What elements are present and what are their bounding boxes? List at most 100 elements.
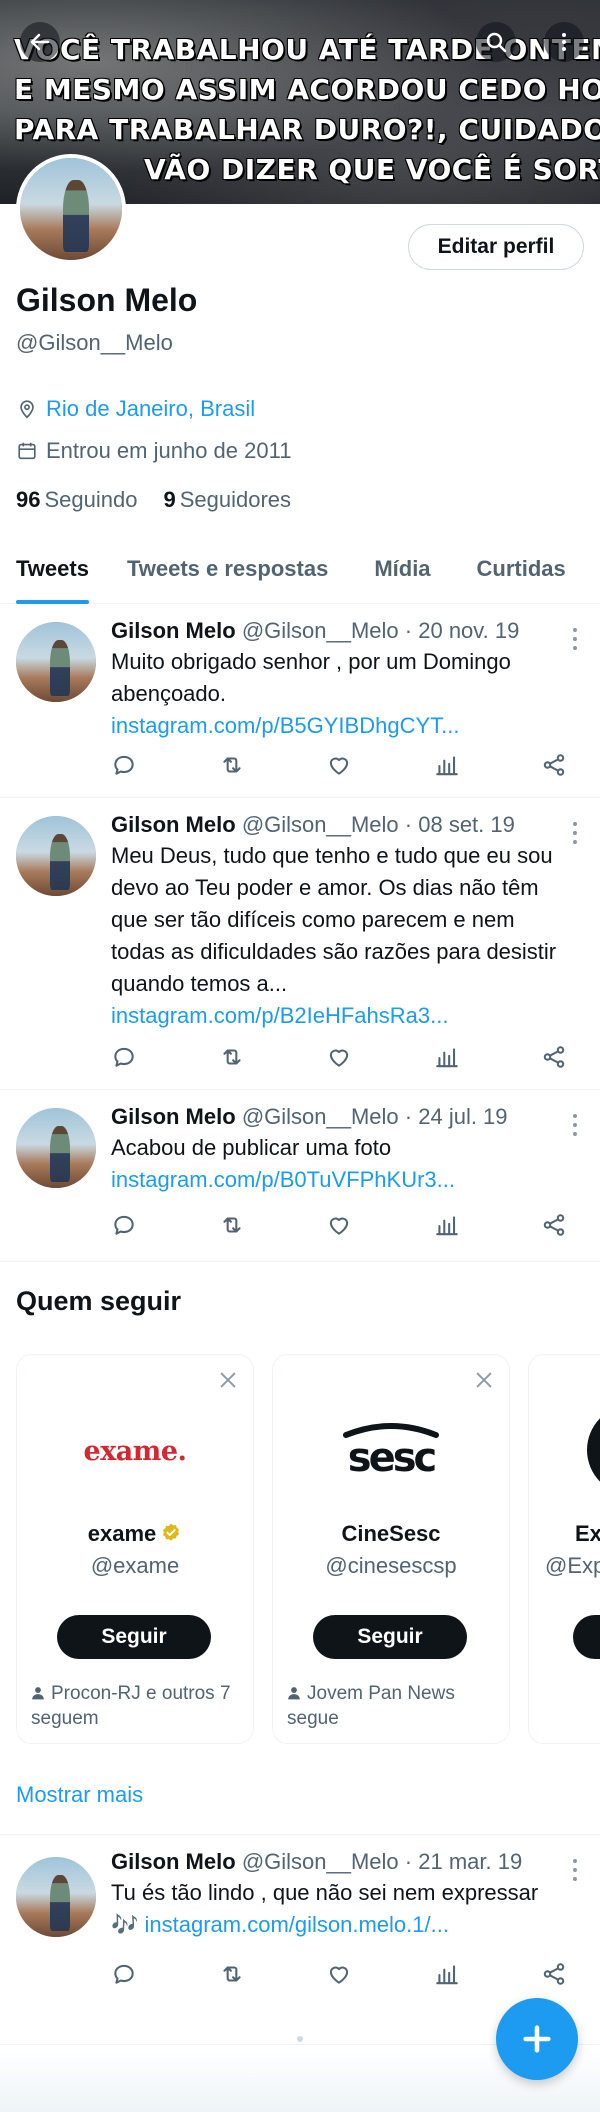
share-icon[interactable] — [541, 1961, 567, 1987]
tweet-more-icon[interactable] — [572, 628, 578, 650]
tweet-avatar[interactable] — [16, 816, 96, 896]
profile-avatar[interactable] — [16, 154, 126, 264]
tweet-link[interactable]: instagram.com/p/B2IeHFahsRa3... — [111, 1003, 448, 1028]
analytics-icon[interactable] — [434, 1044, 460, 1070]
joined-date: Entrou em junho de 2011 — [46, 438, 292, 463]
tweet-header: Gilson Melo @Gilson__Melo · 21 mar. 19 — [111, 1847, 572, 1877]
tweet-header: Gilson Melo @Gilson__Melo · 08 set. 19 — [111, 810, 572, 840]
share-icon[interactable] — [541, 1044, 567, 1070]
edit-profile-button[interactable]: Editar perfil — [408, 224, 584, 270]
profile-tabs: Tweets Tweets e respostas Mídia Curtidas — [0, 540, 600, 604]
share-icon[interactable] — [541, 1212, 567, 1238]
like-icon[interactable] — [326, 1212, 352, 1238]
close-icon[interactable] — [217, 1369, 239, 1391]
back-button[interactable] — [20, 22, 60, 62]
calendar-icon — [18, 442, 36, 460]
tweet-text: Tu és tão lindo , que não sei nem expres… — [111, 1880, 539, 1937]
card-name: exame — [17, 1521, 253, 1547]
location-pin-icon — [20, 400, 34, 419]
search-button[interactable] — [476, 22, 516, 62]
tweet-avatar[interactable] — [16, 1108, 96, 1188]
profile-handle: @Gilson__Melo — [16, 330, 173, 355]
tweet-author[interactable]: Gilson Melo — [111, 812, 236, 837]
card-name: Ex — [575, 1521, 600, 1546]
tweet-author[interactable]: Gilson Melo — [111, 1849, 236, 1874]
analytics-icon[interactable] — [434, 752, 460, 778]
tweet-link[interactable]: 🎶 instagram.com/gilson.melo.1/... — [111, 1912, 449, 1937]
reply-icon[interactable] — [111, 1044, 137, 1070]
card-logo — [587, 1405, 600, 1495]
location-link[interactable]: Rio de Janeiro, Brasil — [46, 396, 255, 422]
tweet-text: Acabou de publicar uma foto instagram.com… — [111, 1135, 455, 1192]
retweet-icon[interactable] — [219, 1044, 245, 1070]
retweet-icon[interactable] — [219, 1212, 245, 1238]
tab-tweets-replies[interactable]: Tweets e respostas — [127, 540, 328, 603]
share-icon[interactable] — [541, 752, 567, 778]
following-stat[interactable]: 96 Seguindo — [16, 487, 137, 513]
tweet-link[interactable]: instagram.com/p/B0TuVFPhKUr3... — [111, 1167, 455, 1192]
card-handle: @exame — [90, 1553, 180, 1578]
tweet-actions — [111, 752, 567, 778]
tweet-header: Gilson Melo @Gilson__Melo · 20 nov. 19 — [111, 616, 572, 646]
follow-button[interactable]: Seguir — [313, 1615, 467, 1659]
follow-button[interactable]: Seguir — [57, 1615, 211, 1659]
card-handle: @cinesescsp — [325, 1553, 457, 1578]
svg-text:sesc: sesc — [348, 1435, 436, 1481]
like-icon[interactable] — [326, 1961, 352, 1987]
banner-line: E MESMO ASSIM ACORDOU CEDO HOJE — [14, 73, 600, 106]
follow-card-partial[interactable]: Ex @Exp — [528, 1354, 600, 1744]
tab-media[interactable]: Mídia — [374, 540, 430, 603]
close-icon[interactable] — [473, 1369, 495, 1391]
tweet-date: · 08 set. 19 — [404, 812, 515, 837]
tweet-more-icon[interactable] — [572, 1114, 578, 1136]
tweet-actions — [111, 1212, 567, 1238]
tweet-more-icon[interactable] — [572, 1859, 578, 1881]
analytics-icon[interactable] — [434, 1961, 460, 1987]
retweet-icon[interactable] — [219, 752, 245, 778]
social-context: Procon-RJ e outros 7 seguem — [31, 1683, 231, 1729]
reply-icon[interactable] — [111, 1961, 137, 1987]
tweet-date: · 21 mar. 19 — [404, 1849, 523, 1874]
exame-logo: exame. — [83, 1435, 187, 1467]
reply-icon[interactable] — [111, 752, 137, 778]
more-button[interactable] — [544, 22, 584, 62]
tweet-more-icon[interactable] — [572, 822, 578, 844]
tweet-item[interactable]: Gilson Melo @Gilson__Melo · 24 jul. 19 A… — [0, 1090, 600, 1262]
tweet-avatar[interactable] — [16, 1857, 96, 1937]
tweet-author[interactable]: Gilson Melo — [111, 1104, 236, 1129]
retweet-icon[interactable] — [219, 1961, 245, 1987]
follow-card-cinesesc[interactable]: sesc CineSesc @cinesescsp Seguir Jovem P… — [272, 1354, 510, 1744]
reply-icon[interactable] — [111, 1212, 137, 1238]
tweet-author[interactable]: Gilson Melo — [111, 618, 236, 643]
banner-line: PARA TRABALHAR DURO?!, CUIDADO! — [14, 113, 600, 146]
tweet-text: Muito obrigado senhor , por um Domingo a… — [111, 649, 511, 738]
tab-likes[interactable]: Curtidas — [477, 540, 566, 603]
followers-stat[interactable]: 9 Seguidores — [163, 487, 291, 513]
tweet-link[interactable]: instagram.com/p/B5GYIBDhgCYT... — [111, 713, 459, 738]
social-context: Jovem Pan News segue — [287, 1683, 455, 1729]
person-icon — [32, 1687, 44, 1700]
follow-stats: 96 Seguindo 9 Seguidores — [16, 487, 291, 513]
tweet-date: · 20 nov. 19 — [404, 618, 520, 643]
tweet-text: Meu Deus, tudo que tenho e tudo que eu s… — [111, 843, 557, 1028]
tweet-avatar[interactable] — [16, 622, 96, 702]
tweet-handle: @Gilson__Melo — [241, 618, 399, 643]
compose-tweet-button[interactable] — [496, 1998, 578, 2080]
tab-tweets[interactable]: Tweets — [16, 540, 89, 604]
tweet-handle: @Gilson__Melo — [241, 1104, 399, 1129]
arrow-left-icon — [30, 33, 50, 51]
tweet-item[interactable]: Gilson Melo @Gilson__Melo · 08 set. 19 M… — [0, 798, 600, 1090]
profile-name: Gilson Melo — [16, 282, 198, 318]
follow-card-exame[interactable]: exame. exame @exame Seguir Procon-RJ e o… — [16, 1354, 254, 1744]
follow-button[interactable] — [573, 1615, 600, 1659]
tweet-item[interactable]: Gilson Melo @Gilson__Melo · 20 nov. 19 M… — [0, 604, 600, 798]
like-icon[interactable] — [326, 752, 352, 778]
location-row: Rio de Janeiro, Brasil — [16, 396, 255, 422]
search-icon — [486, 32, 507, 53]
like-icon[interactable] — [326, 1044, 352, 1070]
analytics-icon[interactable] — [434, 1212, 460, 1238]
show-more-link[interactable]: Mostrar mais — [16, 1782, 143, 1808]
tweet-actions — [111, 1961, 567, 1987]
sesc-logo: sesc — [273, 1411, 509, 1491]
tweet-date: · 24 jul. 19 — [404, 1104, 508, 1129]
